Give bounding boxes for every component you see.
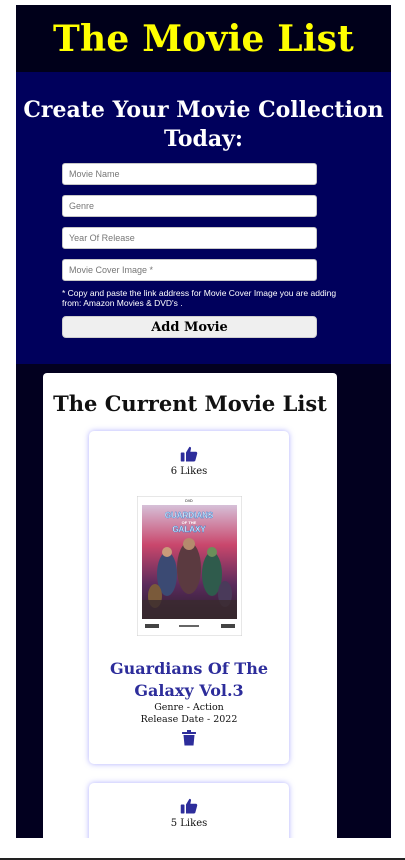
movie-card: 6 Likes DVD GUARDIANS OF THE GALAXY Guar… (89, 431, 289, 764)
genre-input[interactable] (62, 195, 317, 217)
thumbs-up-icon[interactable] (180, 797, 198, 815)
poster-brand: DVD (185, 499, 193, 503)
thumbs-up-icon[interactable] (180, 445, 198, 463)
poster-title-line3: GALAXY (172, 525, 206, 534)
page-header: The Movie List (16, 5, 391, 72)
movie-list-panel: The Current Movie List 6 Likes DVD GUARD… (43, 373, 337, 838)
year-input[interactable] (62, 227, 317, 249)
movie-genre: Genre - Action (154, 702, 224, 713)
trash-icon[interactable] (182, 730, 196, 746)
cover-image-note: * Copy and paste the link address for Mo… (62, 288, 337, 308)
add-movie-button[interactable]: Add Movie (62, 316, 317, 338)
cover-image-input[interactable] (62, 259, 317, 281)
movie-card: 5 Likes (89, 783, 289, 838)
movie-cover-image: DVD GUARDIANS OF THE GALAXY (136, 496, 242, 636)
movie-list-title: The Current Movie List (53, 391, 327, 416)
poster-title-line1: GUARDIANS (164, 511, 213, 520)
movie-release-date: Release Date - 2022 (140, 714, 238, 725)
movie-title: Guardians Of The Galaxy Vol.3 (109, 659, 269, 700)
app-frame: The Movie List Create Your Movie Collect… (16, 5, 391, 838)
page-title: The Movie List (53, 17, 354, 60)
movie-name-input[interactable] (62, 163, 317, 185)
add-movie-form: Create Your Movie Collection Today: * Co… (16, 72, 391, 364)
like-count: 5 Likes (170, 818, 208, 829)
like-count: 6 Likes (170, 466, 208, 477)
form-title: Create Your Movie Collection Today: (23, 97, 384, 152)
